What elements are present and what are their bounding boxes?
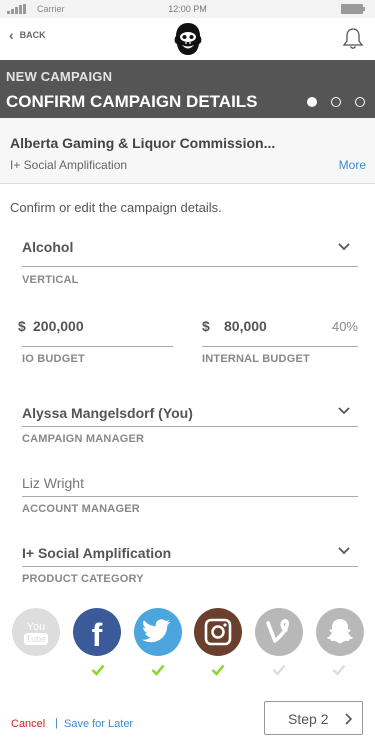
account-manager-label: ACCOUNT MANAGER <box>22 503 140 515</box>
snapchat-icon[interactable] <box>316 608 364 656</box>
account-manager-underline <box>22 496 358 497</box>
page-overline: NEW CAMPAIGN <box>6 69 113 84</box>
check-icon <box>151 664 165 676</box>
vertical-value: Alcohol <box>22 239 74 255</box>
campaign-manager-underline <box>22 426 358 427</box>
client-card: Alberta Gaming & Liquor Commission... I+… <box>0 118 375 184</box>
internal-budget-label: INTERNAL BUDGET <box>202 353 310 365</box>
intro-text: Confirm or edit the campaign details. <box>10 200 222 215</box>
internal-budget-underline <box>202 346 358 347</box>
chevron-down-icon <box>338 407 350 415</box>
clock: 12:00 PM <box>168 4 207 14</box>
step-indicator <box>307 97 365 107</box>
vertical-select[interactable]: Alcohol VERTICAL <box>22 237 358 297</box>
internal-budget-value: 80,000 <box>224 318 267 334</box>
internal-budget-field[interactable]: $ 80,000 40% INTERNAL BUDGET <box>202 316 358 376</box>
io-budget-label: IO BUDGET <box>22 353 85 365</box>
check-icon <box>332 664 346 676</box>
check-icon <box>91 664 105 676</box>
account-manager-input: Liz Wright <box>22 475 84 491</box>
chevron-left-icon: ‹ <box>9 27 14 43</box>
back-button[interactable]: ‹ BACK <box>9 27 46 43</box>
campaign-manager-select[interactable]: Alyssa Mangelsdorf (You) CAMPAIGN MANAGE… <box>22 403 358 463</box>
cancel-link[interactable]: Cancel <box>11 718 45 730</box>
bell-icon[interactable] <box>342 27 364 51</box>
next-step-label: Step 2 <box>288 711 329 727</box>
instagram-icon[interactable] <box>194 608 242 656</box>
vertical-label: VERTICAL <box>22 274 79 286</box>
product-category-value: I+ Social Amplification <box>22 545 172 561</box>
step-dot-2 <box>331 97 341 107</box>
battery-icon <box>341 4 365 14</box>
svg-text:f: f <box>92 617 103 653</box>
svg-text:Tube: Tube <box>26 634 46 644</box>
account-manager-field[interactable]: Liz Wright ACCOUNT MANAGER <box>22 473 358 533</box>
step-dot-3 <box>355 97 365 107</box>
campaign-manager-label: CAMPAIGN MANAGER <box>22 433 145 445</box>
campaign-manager-value: Alyssa Mangelsdorf (You) <box>22 405 193 421</box>
client-product: I+ Social Amplification <box>10 158 128 172</box>
more-link[interactable]: More <box>339 158 366 172</box>
footer: Cancel | Save for Later Step 2 <box>0 700 375 745</box>
page-title: CONFIRM CAMPAIGN DETAILS <box>6 92 258 111</box>
status-bar: Carrier 12:00 PM <box>0 0 375 18</box>
footer-separator: | <box>55 717 58 729</box>
save-for-later-link[interactable]: Save for Later <box>64 718 133 730</box>
client-name: Alberta Gaming & Liquor Commission... <box>10 135 276 151</box>
product-category-underline <box>22 566 358 567</box>
vertical-underline <box>22 266 358 267</box>
twitter-icon[interactable] <box>134 608 182 656</box>
chevron-down-icon <box>338 243 350 251</box>
back-label: BACK <box>19 30 46 40</box>
io-budget-currency: $ <box>18 318 26 334</box>
product-category-select[interactable]: I+ Social Amplification PRODUCT CATEGORY <box>22 543 358 603</box>
check-icon <box>211 664 225 676</box>
svg-text:You: You <box>27 621 46 633</box>
internal-budget-percent: 40% <box>331 319 358 334</box>
facebook-icon[interactable]: f <box>73 608 121 656</box>
internal-budget-currency: $ <box>202 318 210 334</box>
gorilla-logo-icon <box>174 23 202 55</box>
step-dot-1 <box>307 97 317 107</box>
page-header: NEW CAMPAIGN CONFIRM CAMPAIGN DETAILS <box>0 60 375 118</box>
next-step-button[interactable]: Step 2 <box>264 701 363 735</box>
chevron-down-icon <box>338 547 350 555</box>
youtube-icon[interactable]: You Tube <box>12 608 60 656</box>
social-channel-picker: You Tube f <box>12 608 364 680</box>
io-budget-underline <box>22 346 173 347</box>
io-budget-value: 200,000 <box>33 318 84 334</box>
io-budget-field[interactable]: $ 200,000 IO BUDGET <box>18 316 173 376</box>
check-icon <box>272 664 286 676</box>
chevron-right-icon <box>345 713 352 725</box>
vine-icon[interactable] <box>255 608 303 656</box>
nav-bar: ‹ BACK <box>0 18 375 60</box>
product-category-label: PRODUCT CATEGORY <box>22 573 144 585</box>
